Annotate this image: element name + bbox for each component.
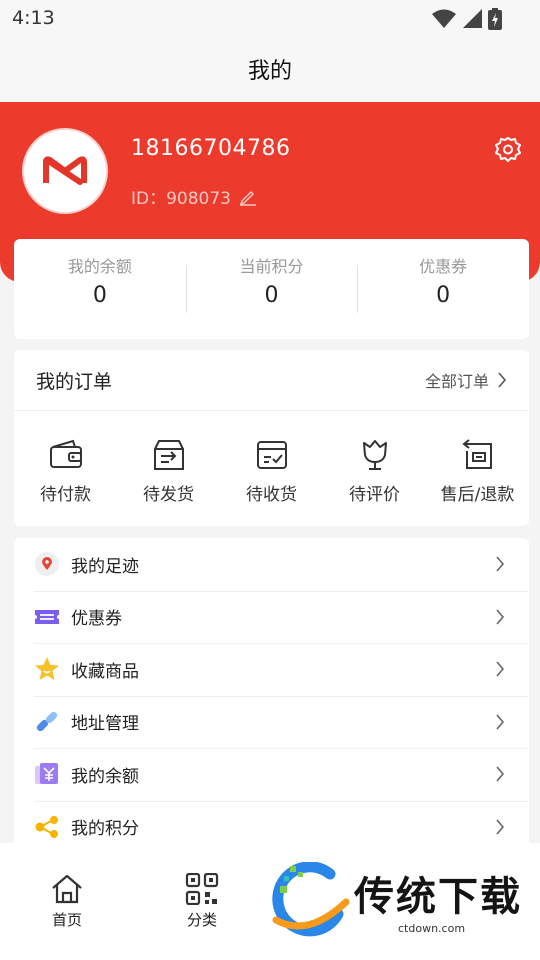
chevron-right-icon (498, 372, 507, 388)
watermark-text: 传统下载 (354, 874, 522, 920)
menu-label: 我的足迹 (71, 556, 139, 577)
star-icon (34, 656, 60, 682)
avatar[interactable] (22, 128, 108, 214)
menu-label: 收藏商品 (71, 661, 139, 682)
stat-label: 当前积分 (239, 257, 304, 276)
status-bar: 4:13 (0, 0, 540, 36)
stat-coupons[interactable]: 优惠券 0 (357, 239, 529, 339)
orders-header: 我的订单 全部订单 (14, 350, 529, 411)
nav-bar: 我的 (0, 36, 540, 102)
menu-item-balance[interactable]: 我的余额 (14, 748, 529, 801)
page-title: 我的 (247, 59, 292, 84)
stats-card: 我的余额 0 当前积分 0 优惠券 0 (14, 239, 529, 339)
order-label: 待收货 (246, 485, 297, 505)
chevron-right-icon (496, 714, 505, 730)
user-id: ID：908073 (131, 184, 257, 209)
order-label: 售后/退款 (440, 485, 515, 505)
flower-icon (362, 440, 387, 470)
order-pending-receipt[interactable]: 待收货 (220, 437, 323, 505)
gear-icon (495, 137, 521, 162)
menu-label: 我的余额 (71, 766, 139, 787)
edit-icon[interactable] (239, 188, 257, 206)
orders-card: 我的订单 全部订单 待付款 待发货 待收货 待评价 售后/退款 (14, 350, 529, 526)
qr-icon (185, 873, 219, 905)
order-pending-shipment[interactable]: 待发货 (117, 437, 220, 505)
share-icon (34, 814, 60, 840)
order-status-row: 待付款 待发货 待收货 待评价 售后/退款 (14, 411, 529, 505)
chevron-right-icon (496, 556, 505, 572)
menu-item-footprints[interactable]: 我的足迹 (14, 538, 529, 591)
menu-list: 我的足迹 优惠券 收藏商品 地址管理 我的余额 我的积分 (14, 538, 529, 858)
order-label: 待付款 (40, 485, 91, 505)
stat-value: 0 (436, 283, 451, 308)
stat-points[interactable]: 当前积分 0 (185, 239, 358, 339)
stat-value: 0 (92, 283, 107, 308)
home-icon (52, 874, 82, 904)
menu-item-favorites[interactable]: 收藏商品 (14, 643, 529, 696)
chevron-right-icon (496, 661, 505, 677)
wifi-icon (432, 9, 456, 28)
yuan-icon (34, 761, 60, 787)
order-after-sales[interactable]: 售后/退款 (426, 437, 529, 505)
tab-label: 首页 (51, 911, 82, 929)
orders-title: 我的订单 (36, 370, 113, 393)
cell-signal-icon (463, 9, 482, 28)
status-icons (432, 8, 502, 30)
link-icon (34, 709, 60, 735)
stat-value: 0 (264, 283, 279, 308)
watermark-url: ctdown.com (398, 922, 466, 935)
box-send-icon (153, 440, 184, 470)
menu-label: 我的积分 (71, 819, 139, 840)
all-orders-link[interactable]: 全部订单 (425, 368, 507, 392)
order-label: 待评价 (349, 485, 400, 505)
battery-icon (488, 8, 502, 30)
settings-button[interactable] (494, 136, 522, 164)
menu-label: 优惠券 (71, 609, 122, 630)
user-id-text: ID：908073 (131, 189, 231, 209)
menu-item-coupons[interactable]: 优惠券 (14, 590, 529, 644)
order-pending-payment[interactable]: 待付款 (14, 437, 117, 505)
brand-logo-icon (43, 156, 87, 185)
box-check-icon (256, 441, 287, 469)
refund-icon (461, 439, 492, 469)
chevron-right-icon (496, 766, 505, 782)
all-orders-label: 全部订单 (424, 372, 489, 391)
order-pending-review[interactable]: 待评价 (323, 437, 426, 505)
user-phone: 18166704786 (131, 136, 291, 161)
coupon-icon (34, 604, 60, 630)
status-time: 4:13 (12, 7, 55, 29)
menu-item-address[interactable]: 地址管理 (14, 695, 529, 749)
wallet-icon (49, 439, 82, 468)
location-pin-icon (34, 551, 60, 577)
tab-label: 分类 (186, 911, 217, 929)
stat-label: 优惠券 (419, 257, 468, 276)
watermark-logo-icon (272, 862, 350, 937)
menu-label: 地址管理 (71, 714, 139, 735)
chevron-right-icon (496, 819, 505, 835)
tab-category[interactable]: 分类 (157, 873, 247, 930)
order-label: 待发货 (143, 485, 194, 505)
watermark: 传统下载 ctdown.com (266, 862, 536, 942)
stat-label: 我的余额 (67, 257, 132, 276)
chevron-right-icon (496, 609, 505, 625)
tab-home[interactable]: 首页 (22, 873, 112, 930)
stat-balance[interactable]: 我的余额 0 (14, 239, 186, 339)
